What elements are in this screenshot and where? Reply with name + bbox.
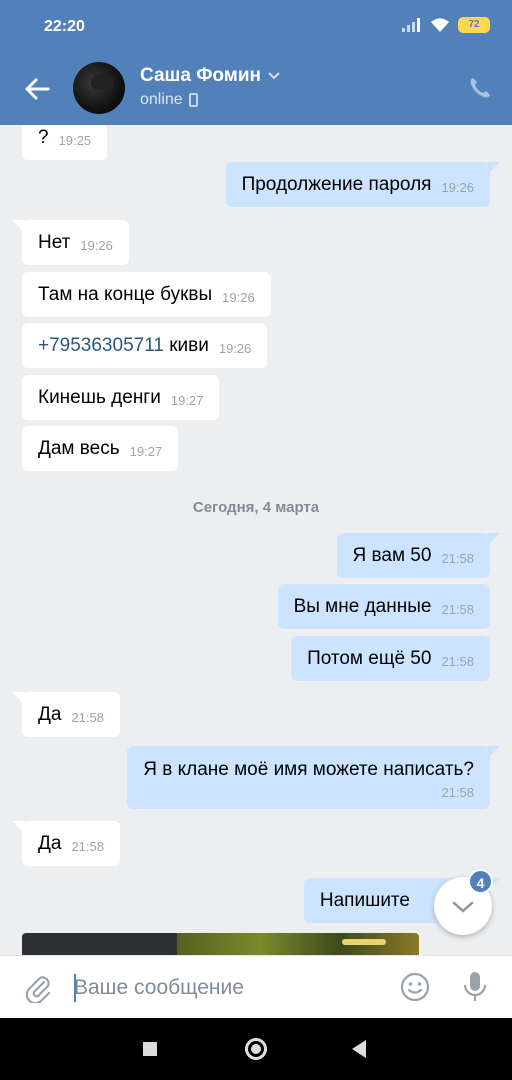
message-time: 19:26 (222, 290, 255, 305)
message-time: 21:58 (441, 654, 474, 669)
message-text: Нет (38, 232, 71, 253)
system-nav-bar (0, 1018, 512, 1080)
message-incoming[interactable]: Кинешь денги 19:27 (22, 375, 220, 420)
message-time: 19:26 (80, 238, 113, 253)
phone-link[interactable]: +79536305711 (38, 335, 164, 356)
message-outgoing[interactable]: Продолжение пароля 19:26 (225, 162, 501, 207)
online-status: online (140, 91, 198, 109)
message-time: 21:58 (441, 551, 474, 566)
message-incoming[interactable]: Нет 19:26 (12, 220, 129, 265)
wifi-icon (431, 18, 449, 32)
recents-icon[interactable] (143, 1042, 157, 1056)
message-time: 21:58 (71, 839, 104, 854)
message-incoming[interactable]: Дам весь 19:27 (22, 426, 179, 471)
emoji-icon[interactable] (400, 972, 430, 1002)
message-incoming[interactable]: +79536305711 киви 19:26 (22, 323, 268, 368)
message-text: Я вам 50 (352, 545, 432, 566)
unread-count-badge: 4 (468, 869, 493, 894)
chat-header: 22:20 72 Саша Фомин online (0, 0, 512, 125)
message-list[interactable]: ? 19:25 Продолжение пароля 19:26 Нет 19:… (0, 125, 512, 955)
message-outgoing[interactable]: Вы мне данные 21:58 (277, 584, 490, 629)
message-time: 19:26 (441, 180, 474, 195)
message-outgoing[interactable]: Я в клане моё имя можете написать? 21:58 (127, 746, 500, 809)
message-incoming[interactable]: ? 19:25 (22, 125, 108, 160)
status-icons: 72 (402, 17, 490, 33)
phone-call-icon[interactable] (468, 76, 492, 100)
message-text: Да (38, 833, 62, 854)
microphone-icon[interactable] (462, 970, 488, 1004)
message-time: 21:58 (441, 785, 474, 800)
mobile-icon (188, 93, 198, 107)
chevron-down-icon (452, 901, 474, 913)
message-text: Да (38, 704, 62, 725)
battery-indicator: 72 (458, 17, 490, 33)
message-outgoing[interactable]: Я вам 50 21:58 (336, 533, 501, 578)
message-time: 19:27 (170, 393, 204, 408)
message-time: 19:26 (218, 341, 252, 356)
message-text: Я в клане моё имя можете написать? (143, 759, 474, 780)
chevron-down-icon (268, 72, 280, 80)
message-text: Кинешь денги (38, 387, 161, 408)
text-caret (74, 974, 76, 1002)
status-time: 22:20 (44, 18, 85, 35)
message-text: Дам весь (38, 438, 120, 459)
message-text: Напишите (319, 890, 410, 911)
date-separator: Сегодня, 4 марта (192, 499, 320, 516)
message-text: Там на конце буквы (38, 284, 213, 305)
paperclip-icon[interactable] (24, 973, 52, 1003)
message-incoming[interactable]: Там на конце буквы 19:26 (22, 272, 271, 317)
message-time: 19:25 (58, 133, 92, 148)
message-text: Вы мне данные (293, 596, 432, 617)
contact-avatar[interactable] (73, 62, 125, 114)
signal-icon (402, 18, 420, 32)
image-attachment-preview[interactable] (22, 933, 419, 955)
home-icon[interactable] (245, 1038, 267, 1060)
contact-name-button[interactable]: Саша Фомин (140, 65, 281, 87)
message-outgoing[interactable]: Потом ещё 50 21:58 (291, 636, 490, 681)
message-text: Продолжение пароля (241, 174, 432, 195)
message-time: 19:27 (129, 444, 163, 459)
message-text: Потом ещё 50 (307, 648, 432, 669)
back-arrow-icon[interactable] (24, 76, 50, 102)
message-text: ? (38, 127, 49, 148)
message-time: 21:58 (71, 710, 104, 725)
online-status-text: online (140, 91, 183, 108)
message-time: 21:58 (441, 602, 474, 617)
contact-name: Саша Фомин (140, 65, 261, 86)
nav-back-icon[interactable] (352, 1040, 366, 1058)
message-composer (0, 955, 512, 1018)
message-incoming[interactable]: Да 21:58 (12, 821, 120, 866)
message-text: киви (163, 335, 209, 356)
message-incoming[interactable]: Да 21:58 (12, 692, 120, 737)
message-input[interactable] (74, 972, 374, 1004)
